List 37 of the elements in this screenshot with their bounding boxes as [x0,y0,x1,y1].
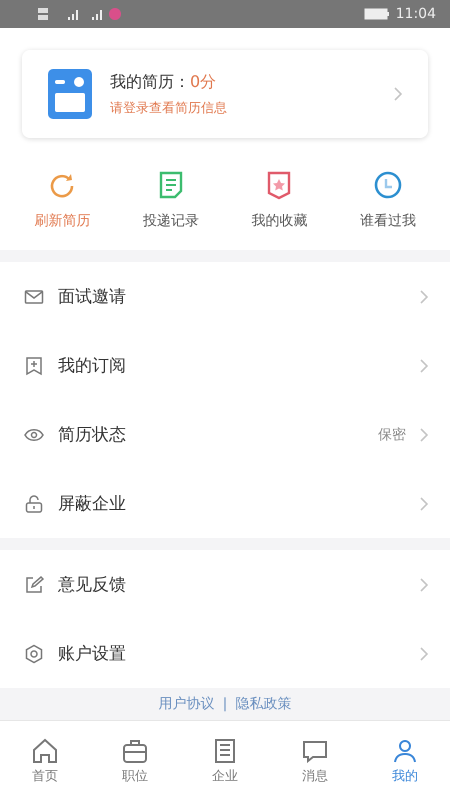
chevron-right-icon [394,87,402,101]
menu-label: 意见反馈 [58,574,127,596]
menu-label: 账户设置 [58,643,127,665]
signal-icon [38,6,122,22]
chevron-right-icon [420,496,428,510]
chevron-right-icon [420,578,428,592]
link-separator: | [222,696,228,712]
menu-label: 面试邀请 [58,286,127,308]
settings-icon [24,644,44,664]
shortcut-button[interactable]: 谁看过我 [360,170,416,230]
home-icon [31,736,59,764]
menu-label: 我的订阅 [58,355,127,377]
battery-icon [364,8,390,20]
resume-icon [48,69,92,119]
clock-icon [372,170,403,200]
menu-row[interactable]: 我的订阅 [0,331,450,400]
menu-row[interactable]: 账户设置 [0,619,450,688]
menu-row[interactable]: 简历状态 保密 [0,400,450,469]
bookmark-icon [24,356,44,376]
resume-score: 我的简历：0分 [110,72,218,92]
menu-value: 保密 [378,426,406,444]
status-time: 11:04 [396,6,436,22]
menu-label: 屏蔽企业 [58,493,127,515]
login-hint: 请登录查看简历信息 [110,100,228,116]
shortcut-button[interactable]: 我的收藏 [251,170,308,230]
chevron-right-icon [420,358,428,372]
lock-icon [24,494,44,514]
shortcut-button[interactable]: 投递记录 [142,170,199,230]
resume-card[interactable]: 我的简历：0分 请登录查看简历信息 [22,50,428,138]
chevron-right-icon [420,646,428,660]
chevron-right-icon [420,290,428,304]
menu-row[interactable]: 屏蔽企业 [0,469,450,538]
menu-label: 简历状态 [58,424,127,446]
menu-row[interactable]: 面试邀请 [0,262,450,331]
edit-icon [24,574,44,594]
chevron-right-icon [420,428,428,442]
menu-row[interactable]: 意见反馈 [0,550,450,619]
